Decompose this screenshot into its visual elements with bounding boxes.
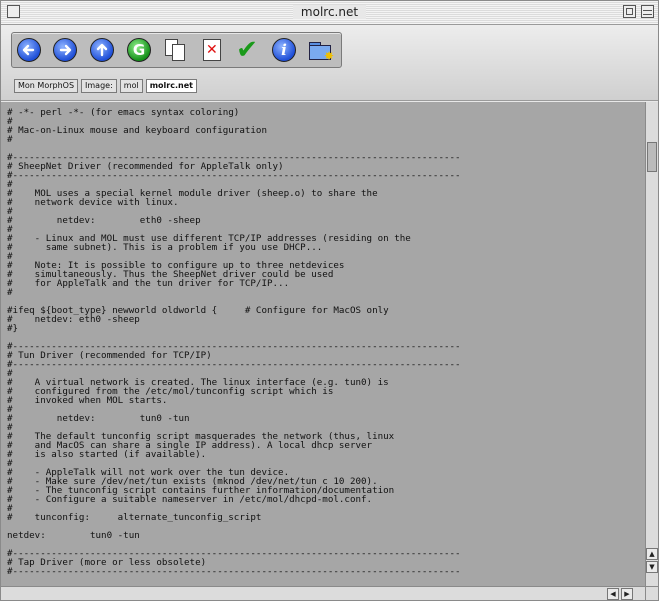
delete-page-icon bbox=[203, 39, 221, 61]
go-button[interactable]: G bbox=[124, 35, 154, 65]
arrow-right-icon bbox=[53, 38, 77, 62]
resize-grip[interactable] bbox=[645, 586, 658, 600]
delete-button[interactable] bbox=[197, 35, 227, 65]
copy-button[interactable] bbox=[160, 35, 190, 65]
arrow-left-icon bbox=[17, 38, 41, 62]
checkmark-icon: ✔ bbox=[236, 35, 258, 65]
scroll-right-arrow[interactable]: ▶ bbox=[621, 588, 633, 600]
file-text: # -*- perl -*- (for emacs syntax colorin… bbox=[7, 107, 461, 577]
info-button[interactable]: i bbox=[269, 35, 299, 65]
confirm-button[interactable]: ✔ bbox=[232, 35, 262, 65]
file-viewer-window: molrc.net G ✕ ✔ i ✸ Mon MorphOS Image: m… bbox=[0, 0, 659, 601]
depth-window-button[interactable] bbox=[641, 5, 654, 18]
forward-button[interactable] bbox=[50, 35, 80, 65]
file-content-area[interactable]: # -*- perl -*- (for emacs syntax colorin… bbox=[1, 102, 645, 586]
scroll-up-arrow[interactable]: ▲ bbox=[646, 548, 658, 560]
breadcrumb: Mon MorphOS Image: mol molrc.net bbox=[14, 79, 197, 93]
window-title-text: molrc.net bbox=[292, 5, 367, 19]
breadcrumb-item-mon-morphos[interactable]: Mon MorphOS bbox=[14, 79, 79, 93]
toolbar: G ✔ i ✸ Mon MorphOS Image: mol molrc.net bbox=[1, 25, 658, 101]
scroll-down-arrow[interactable]: ▼ bbox=[646, 561, 658, 573]
back-button[interactable] bbox=[14, 35, 44, 65]
breadcrumb-item-image[interactable]: Image: bbox=[81, 79, 117, 93]
window-title: molrc.net bbox=[1, 5, 658, 19]
folder-star-icon: ✸ bbox=[308, 40, 334, 63]
horizontal-scrollbar[interactable]: ◀ ▶ bbox=[1, 586, 645, 600]
vertical-scroll-thumb[interactable] bbox=[647, 142, 657, 172]
vertical-scrollbar[interactable]: ▲ ▼ bbox=[645, 102, 658, 586]
breadcrumb-item-mol[interactable]: mol bbox=[119, 79, 143, 93]
info-glyph: i bbox=[281, 41, 287, 59]
toolbar-button-group: G ✔ i ✸ bbox=[11, 32, 342, 68]
title-bar[interactable]: molrc.net bbox=[1, 1, 658, 25]
up-button[interactable] bbox=[87, 35, 117, 65]
new-folder-button[interactable]: ✸ bbox=[305, 35, 335, 65]
zoom-window-button[interactable] bbox=[623, 5, 636, 18]
copy-documents-icon bbox=[164, 38, 186, 62]
scroll-left-arrow[interactable]: ◀ bbox=[607, 588, 619, 600]
g-glyph: G bbox=[132, 41, 146, 59]
info-icon: i bbox=[272, 38, 296, 62]
arrow-up-icon bbox=[90, 38, 114, 62]
g-circle-icon: G bbox=[127, 38, 151, 62]
breadcrumb-item-current-file[interactable]: molrc.net bbox=[145, 79, 197, 93]
